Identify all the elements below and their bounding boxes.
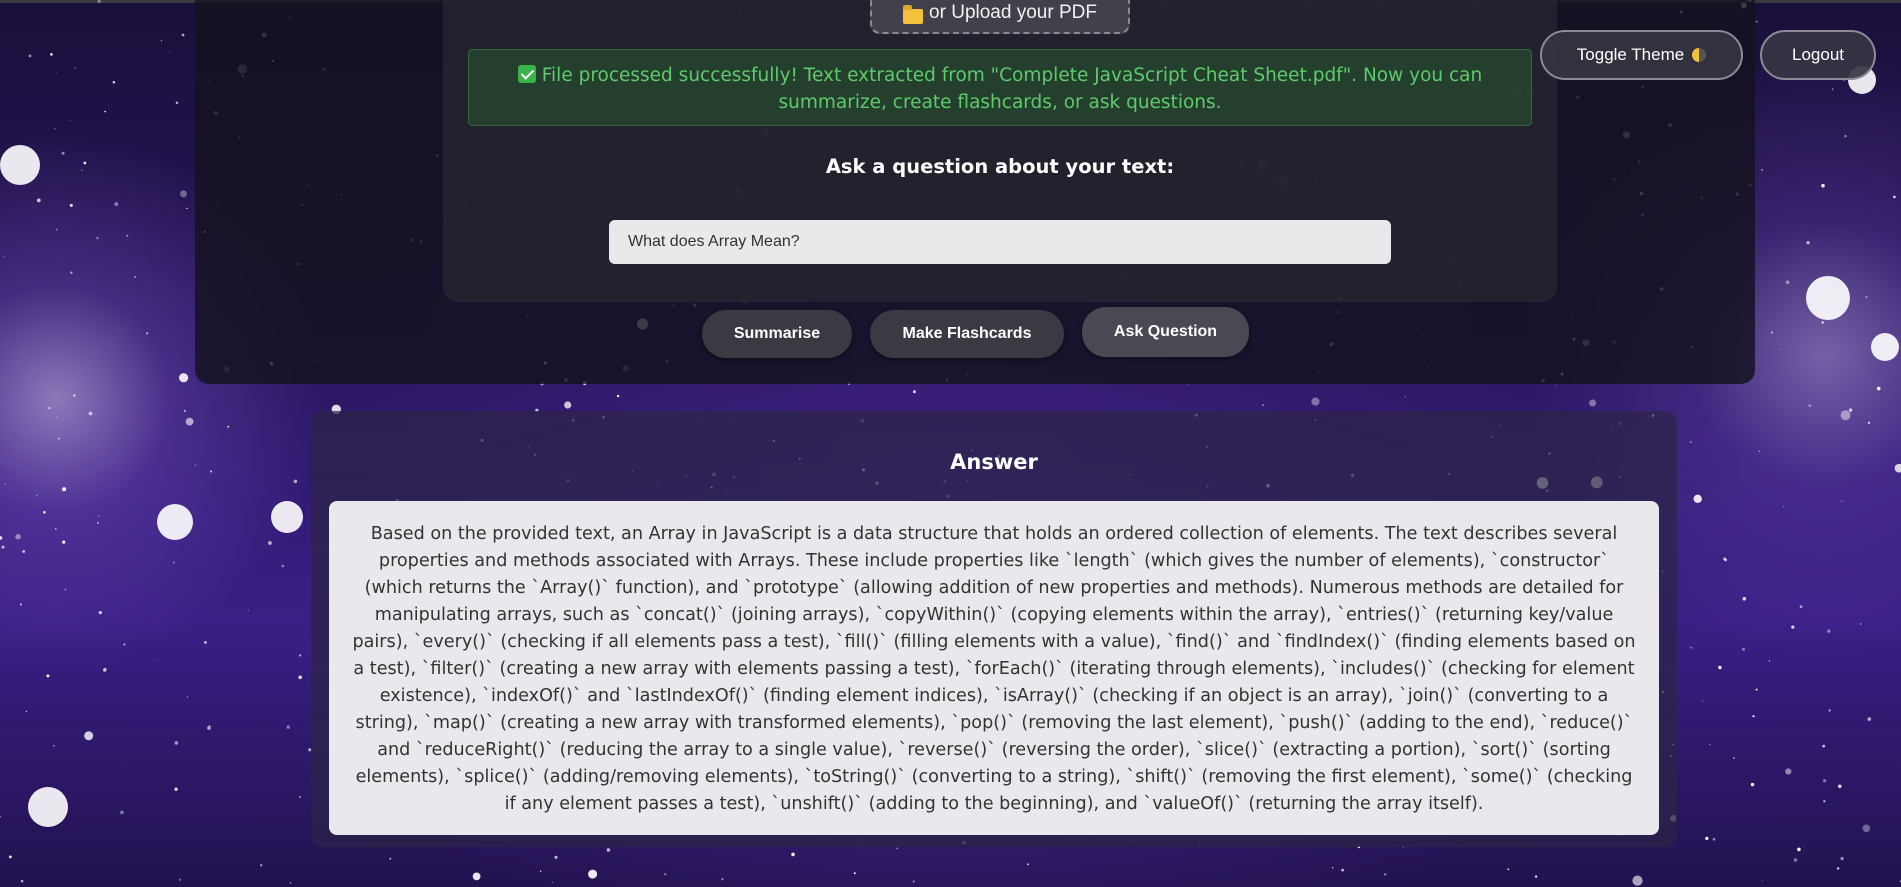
summarise-button[interactable]: Summarise	[702, 310, 852, 358]
check-icon	[517, 65, 536, 83]
success-message-text: File processed successfully! Text extrac…	[541, 65, 1483, 113]
upload-pdf-label: or Upload your PDF	[929, 2, 1097, 23]
question-input[interactable]	[609, 220, 1391, 264]
toggle-theme-button[interactable]: Toggle Theme	[1540, 30, 1743, 80]
ask-question-heading: Ask a question about your text:	[825, 155, 1175, 178]
toggle-theme-label: Toggle Theme	[1576, 45, 1685, 64]
folder-icon	[903, 5, 924, 24]
make-flashcards-button[interactable]: Make Flashcards	[870, 310, 1064, 358]
ask-question-button[interactable]: Ask Question	[1082, 307, 1249, 357]
success-message: File processed successfully! Text extrac…	[468, 49, 1532, 126]
logout-button[interactable]: Logout	[1760, 30, 1876, 80]
answer-title: Answer	[950, 450, 1038, 474]
half-moon-icon	[1692, 48, 1707, 62]
upload-pdf-button[interactable]: or Upload your PDF	[870, 0, 1130, 34]
answer-text: Based on the provided text, an Array in …	[329, 501, 1659, 835]
